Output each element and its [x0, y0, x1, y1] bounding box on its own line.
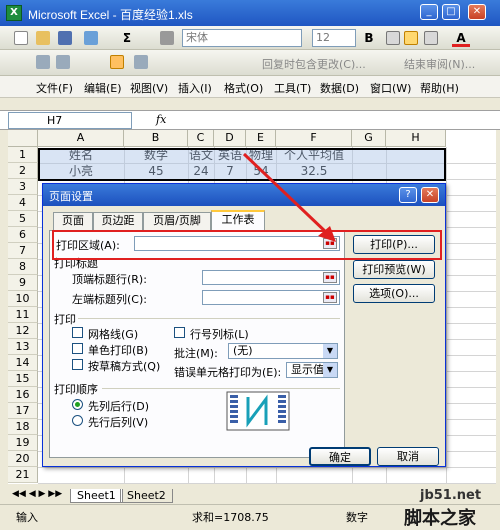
watermark-brand: 脚本之家 [404, 508, 476, 529]
annotation-arrow [242, 152, 336, 242]
watermark-site: jb51.net [420, 488, 482, 503]
